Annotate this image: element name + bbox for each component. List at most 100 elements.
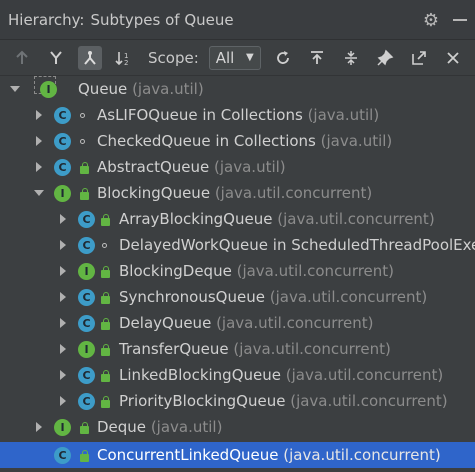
tree-item-label: DelayedWorkQueue in ScheduledThreadPoolE… — [119, 236, 475, 254]
sort-icon: 12 — [115, 51, 128, 67]
tree-row-arrayblockingqueue[interactable]: C ArrayBlockingQueue (java.util.concurre… — [0, 206, 475, 232]
lock-icon — [101, 214, 110, 226]
tree-item-label: SynchronousQueue (java.util.concurrent) — [119, 288, 428, 306]
class-icon: C — [78, 288, 95, 306]
expand-all-icon — [344, 50, 357, 65]
tree-item-label: Deque (java.util) — [97, 418, 223, 436]
tree-row-delayqueue[interactable]: C DelayQueue (java.util.concurrent) — [0, 310, 475, 336]
svg-text:2: 2 — [124, 59, 128, 67]
tree-row-delayedworkqueue[interactable]: C DelayedWorkQueue in ScheduledThreadPoo… — [0, 232, 475, 258]
close-icon — [447, 51, 459, 64]
collapsed-arrow-icon[interactable] — [58, 266, 68, 276]
minimize-icon[interactable] — [453, 19, 467, 21]
open-in-editor-icon — [411, 50, 426, 65]
interface-icon: I — [40, 80, 57, 98]
type-hierarchy-button[interactable] — [44, 46, 68, 70]
type-hierarchy-icon — [50, 50, 62, 64]
lock-icon — [80, 188, 89, 200]
pin-icon — [377, 49, 394, 66]
class-icon: C — [78, 236, 95, 254]
collapsed-arrow-icon[interactable] — [58, 214, 68, 224]
subtypes-icon — [84, 50, 96, 65]
lock-icon — [101, 318, 110, 330]
lock-icon — [101, 292, 110, 304]
expanded-arrow-icon[interactable] — [10, 84, 20, 94]
tree-row-synchronousqueue[interactable]: C SynchronousQueue (java.util.concurrent… — [0, 284, 475, 310]
scope-label: Scope: — [148, 48, 199, 67]
abstract-class-icon: C — [54, 158, 71, 176]
collapsed-arrow-icon[interactable] — [58, 370, 68, 380]
tree-item-label: LinkedBlockingQueue (java.util.concurren… — [119, 366, 444, 384]
interface-icon: I — [54, 418, 71, 436]
tree-item-label: ConcurrentLinkedQueue (java.util.concurr… — [97, 446, 441, 464]
refresh-icon — [276, 50, 289, 64]
class-icon: C — [54, 132, 71, 150]
tree-item-label: TransferQueue (java.util.concurrent) — [119, 340, 391, 358]
collapsed-arrow-icon[interactable] — [34, 422, 44, 432]
tree-row-checkedqueue[interactable]: C CheckedQueue in Collections (java.util… — [0, 128, 475, 154]
visibility-dot-icon — [102, 242, 107, 248]
collapsed-arrow-icon[interactable] — [58, 292, 68, 302]
refresh-button[interactable] — [271, 46, 295, 70]
tree-row-blockingqueue[interactable]: I BlockingQueue (java.util.concurrent) — [0, 180, 475, 206]
lock-icon — [101, 266, 110, 278]
panel-subtitle: Subtypes of Queue — [90, 10, 234, 29]
tree-row-abstractqueue[interactable]: C AbstractQueue (java.util) — [0, 154, 475, 180]
interface-icon: I — [54, 184, 71, 202]
panel-title: Hierarchy: — [8, 10, 85, 29]
title-actions: ⚙ — [423, 0, 467, 40]
collapsed-arrow-icon[interactable] — [34, 110, 44, 120]
hierarchy-panel: Hierarchy: Subtypes of Queue ⚙ 12 Scope:… — [0, 0, 475, 472]
class-icon: C — [78, 366, 95, 384]
tree-row-queue[interactable]: I Queue (java.util) — [0, 76, 475, 102]
visibility-dot-icon — [80, 112, 85, 118]
collapsed-arrow-icon[interactable] — [34, 162, 44, 172]
export-button[interactable] — [305, 46, 329, 70]
collapsed-arrow-icon[interactable] — [58, 344, 68, 354]
lock-icon — [80, 450, 89, 462]
pin-button[interactable] — [373, 46, 397, 70]
collapsed-arrow-icon[interactable] — [34, 136, 44, 146]
supertypes-icon — [16, 50, 28, 64]
lock-icon — [101, 370, 110, 382]
class-icon: C — [78, 314, 95, 332]
interface-icon: I — [78, 262, 95, 280]
tree-row-linkedblockingqueue[interactable]: C LinkedBlockingQueue (java.util.concurr… — [0, 362, 475, 388]
gear-icon[interactable]: ⚙ — [423, 10, 439, 31]
hierarchy-tree: I Queue (java.util) C AsLIFOQueue in Col… — [0, 76, 475, 472]
tree-row-priorityblockingqueue[interactable]: C PriorityBlockingQueue (java.util.concu… — [0, 388, 475, 414]
tree-item-label: CheckedQueue in Collections (java.util) — [97, 132, 393, 150]
tree-row-concurrentlinkedqueue[interactable]: C ConcurrentLinkedQueue (java.util.concu… — [0, 442, 475, 468]
open-in-editor-button[interactable] — [407, 46, 431, 70]
visibility-dot-icon — [80, 138, 85, 144]
class-icon: C — [78, 392, 95, 410]
lock-icon — [80, 162, 89, 174]
tree-row-aslifoqueue[interactable]: C AsLIFOQueue in Collections (java.util) — [0, 102, 475, 128]
tree-item-label: BlockingQueue (java.util.concurrent) — [97, 184, 373, 202]
tree-item-label: Queue (java.util) — [78, 80, 204, 98]
export-icon — [310, 50, 323, 64]
tree-item-label: DelayQueue (java.util.concurrent) — [119, 314, 374, 332]
tree-item-label: AsLIFOQueue in Collections (java.util) — [97, 106, 380, 124]
collapsed-arrow-icon[interactable] — [58, 240, 68, 250]
supertypes-hierarchy-button[interactable] — [10, 46, 34, 70]
interface-icon: I — [78, 340, 95, 358]
lock-icon — [80, 422, 89, 434]
collapsed-arrow-icon[interactable] — [58, 318, 68, 328]
sort-alphabetically-button[interactable]: 12 — [112, 46, 136, 70]
collapsed-arrow-icon[interactable] — [58, 396, 68, 406]
tree-item-label: AbstractQueue (java.util) — [97, 158, 286, 176]
scope-select[interactable]: All ▼ — [208, 45, 261, 70]
expand-all-button[interactable] — [339, 46, 363, 70]
close-button[interactable] — [441, 46, 465, 70]
tree-row-transferqueue[interactable]: I TransferQueue (java.util.concurrent) — [0, 336, 475, 362]
title-bar: Hierarchy: Subtypes of Queue ⚙ — [0, 0, 475, 40]
expanded-arrow-icon[interactable] — [34, 188, 44, 198]
tree-row-blockingdeque[interactable]: I BlockingDeque (java.util.concurrent) — [0, 258, 475, 284]
tree-row-deque[interactable]: I Deque (java.util) — [0, 414, 475, 440]
tree-item-label: BlockingDeque (java.util.concurrent) — [119, 262, 395, 280]
subtypes-hierarchy-button[interactable] — [78, 45, 102, 70]
tree-item-label: PriorityBlockingQueue (java.util.concurr… — [119, 392, 448, 410]
chevron-down-icon: ▼ — [246, 52, 254, 63]
scope-value: All — [215, 48, 235, 67]
